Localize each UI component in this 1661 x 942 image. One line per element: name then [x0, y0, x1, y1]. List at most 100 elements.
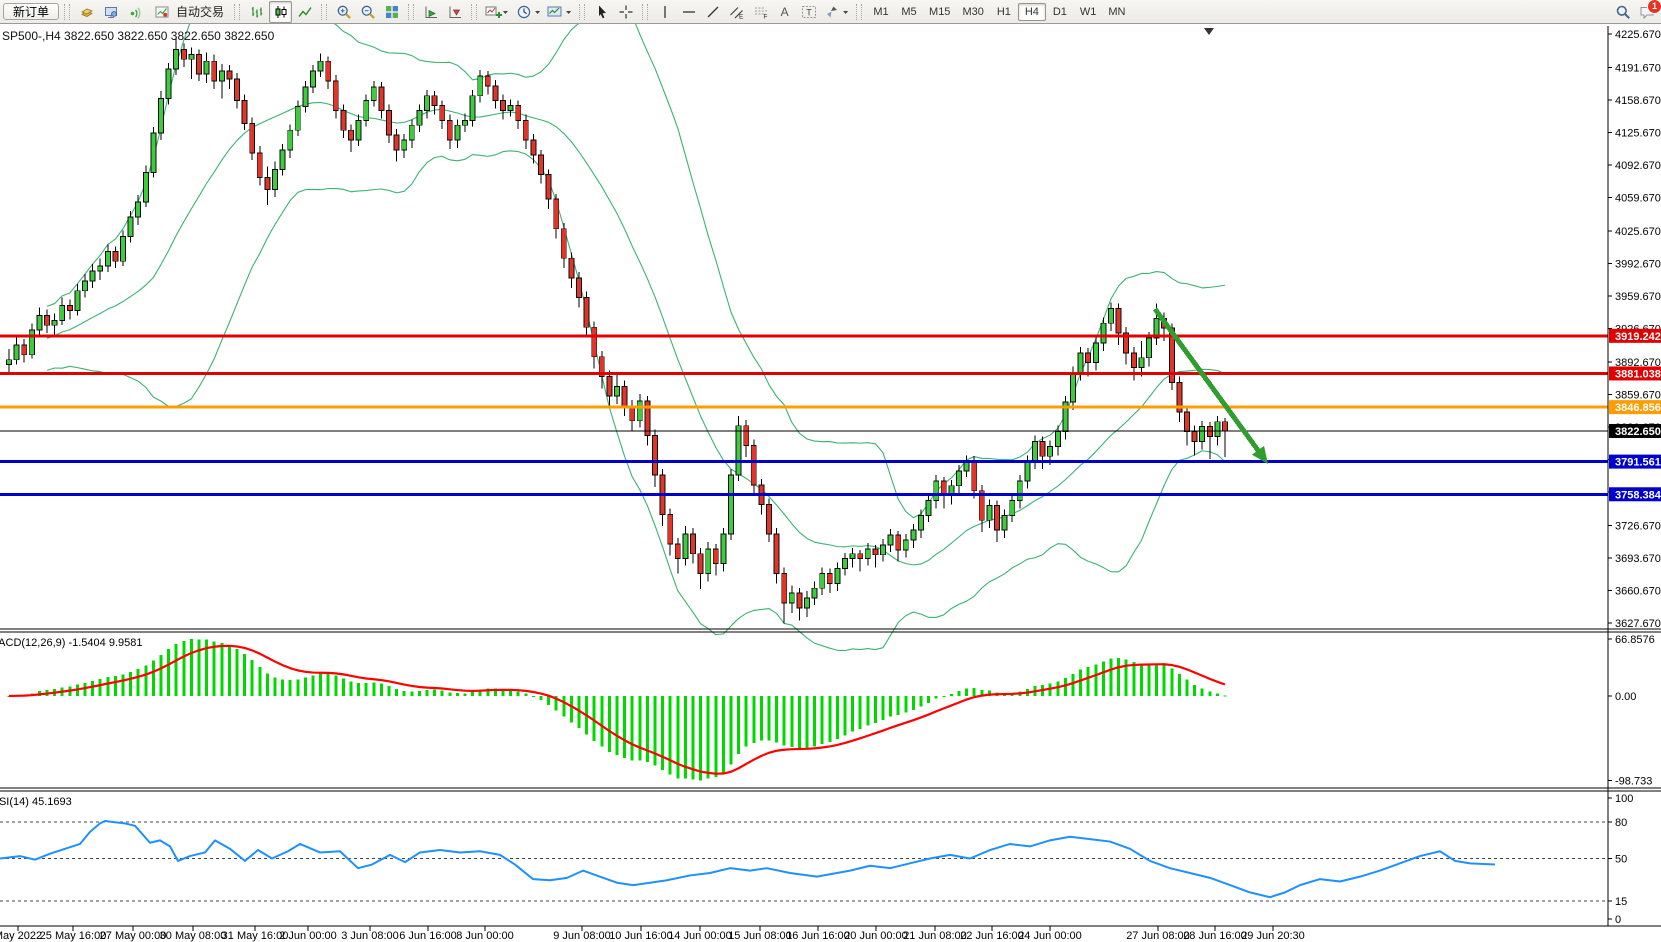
time-label: May 2022: [0, 930, 42, 942]
time-label: 2 Jun 00:00: [279, 930, 337, 942]
zoom-out-icon[interactable]: [356, 1, 379, 23]
toolbar-grip[interactable]: [579, 4, 585, 20]
cursor-icon[interactable]: [590, 1, 613, 23]
svg-text:-98.733: -98.733: [1615, 775, 1652, 787]
svg-text:3660.670: 3660.670: [1615, 586, 1661, 598]
search-icon[interactable]: [1611, 1, 1634, 23]
crosshair-icon[interactable]: [614, 1, 637, 23]
svg-text:3959.670: 3959.670: [1615, 291, 1661, 303]
svg-text:F: F: [763, 13, 767, 20]
timeframe-button-H4[interactable]: H4: [1018, 3, 1046, 21]
time-label: 15 Jun 08:00: [728, 930, 792, 942]
time-label: 8 Jun 00:00: [456, 930, 514, 942]
candles-layer: [7, 38, 1228, 624]
timeframe-button-M15[interactable]: M15: [923, 3, 956, 21]
svg-text:3627.670: 3627.670: [1615, 618, 1661, 630]
navigator-icon[interactable]: [99, 1, 122, 23]
auto-trading-button[interactable]: 自动交易: [147, 1, 229, 23]
notification-badge: 1: [1647, 0, 1661, 14]
equidistant-channel-icon[interactable]: E: [725, 1, 748, 23]
auto-trading-label: 自动交易: [176, 3, 224, 20]
svg-text:3881.038: 3881.038: [1615, 368, 1661, 380]
svg-text:4059.670: 4059.670: [1615, 193, 1661, 205]
rsi-pane[interactable]: 1008050150RSI(14) 45.1693: [0, 793, 1633, 926]
toolbar-grip[interactable]: [408, 4, 414, 20]
chat-icon[interactable]: 1: [1635, 1, 1658, 23]
level-lines[interactable]: [0, 336, 1608, 494]
toolbar-grip[interactable]: [321, 4, 327, 20]
timeframe-button-D1[interactable]: D1: [1046, 3, 1074, 21]
timeframe-button-M30[interactable]: M30: [956, 3, 989, 21]
svg-text:100: 100: [1615, 793, 1633, 805]
market-watch-icon[interactable]: [75, 1, 98, 23]
vertical-line-icon[interactable]: [653, 1, 676, 23]
macd-label: MACD(12,26,9) -1.5404 9.9581: [0, 637, 142, 649]
time-label: 20 Jun 00:00: [844, 930, 908, 942]
candlestick-chart-icon[interactable]: [269, 1, 292, 23]
signal-icon[interactable]: [123, 1, 146, 23]
horizontal-line-icon[interactable]: [677, 1, 700, 23]
svg-text:3859.670: 3859.670: [1615, 390, 1661, 402]
auto-trading-icon: [152, 1, 172, 23]
svg-text:A: A: [780, 5, 788, 19]
time-axis[interactable]: May 202225 May 16:0027 May 00:0030 May 0…: [0, 926, 1661, 942]
new-order-button[interactable]: 新订单: [3, 3, 59, 20]
time-label: 21 Jun 08:00: [903, 930, 967, 942]
trendline-icon[interactable]: [701, 1, 724, 23]
timeframe-button-M5[interactable]: M5: [895, 3, 923, 21]
time-label: 29 Jun 20:30: [1241, 930, 1305, 942]
svg-text:50: 50: [1615, 854, 1627, 866]
time-label: 25 May 16:00: [40, 930, 107, 942]
timeframe-button-MN[interactable]: MN: [1102, 3, 1131, 21]
time-label: 10 Jun 16:00: [609, 930, 673, 942]
svg-text:4158.670: 4158.670: [1615, 95, 1661, 107]
svg-text:T: T: [806, 7, 812, 17]
fibonacci-icon[interactable]: F: [749, 1, 772, 23]
time-label: 14 Jun 00:00: [668, 930, 732, 942]
period-clock-icon[interactable]: [513, 1, 543, 23]
zoom-in-icon[interactable]: [332, 1, 355, 23]
line-chart-icon[interactable]: [293, 1, 316, 23]
toolbar-grip[interactable]: [856, 4, 862, 20]
macd-pane[interactable]: 66.85760.00-98.733MACD(12,26,9) -1.5404 …: [0, 633, 1655, 788]
chart-title: SP500-,H4 3822.650 3822.650 3822.650 382…: [2, 29, 275, 43]
timeframe-toolbar: M1M5M15M30H1H4D1W1MN: [867, 3, 1131, 21]
time-label: 27 May 00:00: [100, 930, 167, 942]
tile-windows-icon[interactable]: [380, 1, 403, 23]
timeframe-button-M1[interactable]: M1: [867, 3, 895, 21]
text-label-icon[interactable]: T: [797, 1, 820, 23]
chart-canvas[interactable]: 4225.6704191.6704158.6704125.6704092.670…: [0, 24, 1661, 942]
toolbar-grip[interactable]: [64, 4, 70, 20]
svg-text:0: 0: [1615, 914, 1621, 926]
chart-shift-marker: [1204, 28, 1214, 35]
svg-text:3726.670: 3726.670: [1615, 521, 1661, 533]
bar-chart-icon[interactable]: [245, 1, 268, 23]
timeframe-button-H1[interactable]: H1: [990, 3, 1018, 21]
svg-text:3919.242: 3919.242: [1615, 331, 1661, 343]
indicators-template-icon[interactable]: [544, 1, 574, 23]
toolbar-grip[interactable]: [642, 4, 648, 20]
toolbar-grip[interactable]: [234, 4, 240, 20]
time-label: 28 Jun 16:00: [1183, 930, 1247, 942]
svg-text:3693.670: 3693.670: [1615, 553, 1661, 565]
timeframe-button-W1[interactable]: W1: [1074, 3, 1103, 21]
svg-text:3791.561: 3791.561: [1615, 457, 1661, 469]
annotations: SP500-,H4 3822.650 3822.650 3822.650 382…: [0, 28, 1661, 791]
svg-text:E: E: [739, 13, 744, 20]
time-label: 27 Jun 08:00: [1126, 930, 1190, 942]
text-icon[interactable]: A: [773, 1, 796, 23]
svg-text:0.00: 0.00: [1615, 691, 1636, 703]
time-label: 24 Jun 00:00: [1018, 930, 1082, 942]
arrows-tool-icon[interactable]: [821, 1, 851, 23]
svg-text:4092.670: 4092.670: [1615, 160, 1661, 172]
auto-scroll-icon[interactable]: [419, 1, 442, 23]
svg-text:4225.670: 4225.670: [1615, 29, 1661, 41]
svg-text:4025.670: 4025.670: [1615, 226, 1661, 238]
toolbar: 新订单 自动交易 E F A T M1M5M15M30H1H4D1W1MN 1: [0, 0, 1661, 24]
chart-shift-icon[interactable]: [443, 1, 466, 23]
svg-text:4125.670: 4125.670: [1615, 128, 1661, 140]
toolbar-grip[interactable]: [471, 4, 477, 20]
time-label: 3 Jun 08:00: [341, 930, 399, 942]
new-chart-icon[interactable]: [482, 1, 512, 23]
svg-text:3846.856: 3846.856: [1615, 402, 1661, 414]
